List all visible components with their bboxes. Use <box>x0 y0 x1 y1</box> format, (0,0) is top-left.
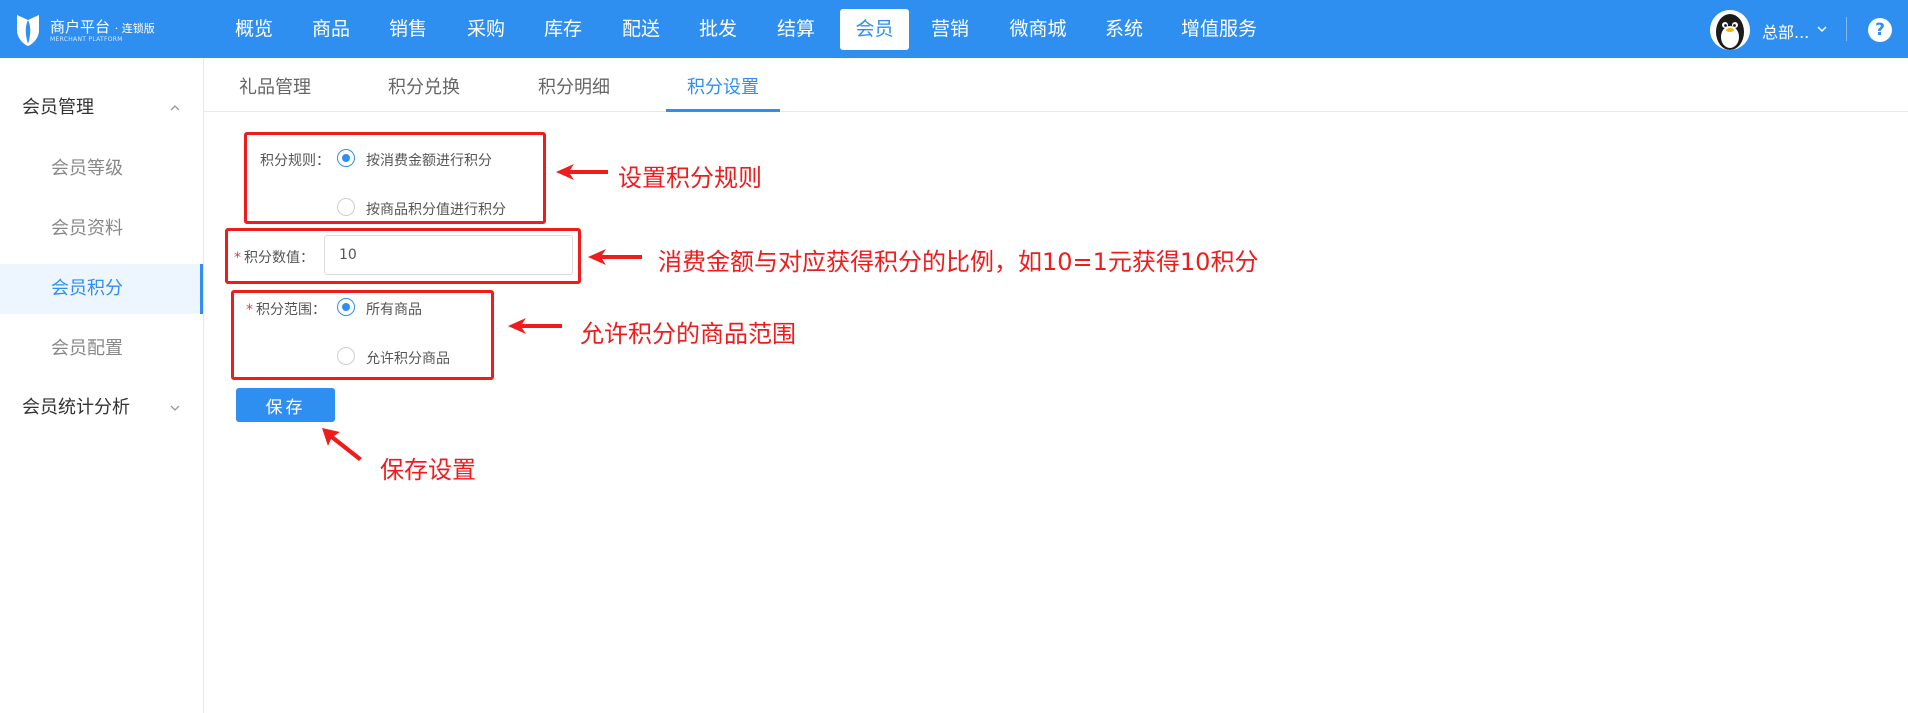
nav-micro-mall[interactable]: 微商城 <box>1000 9 1076 50</box>
nav-inventory[interactable]: 库存 <box>531 9 595 50</box>
annotation-text-rule: 设置积分规则 <box>618 164 762 192</box>
save-button[interactable]: 保存 <box>236 388 335 422</box>
nav-system[interactable]: 系统 <box>1092 9 1156 50</box>
sidebar-item-member-profile[interactable]: 会员资料 <box>0 204 203 254</box>
tab-points-exchange[interactable]: 积分兑换 <box>384 58 464 112</box>
nav-wholesale[interactable]: 批发 <box>686 9 750 50</box>
top-divider <box>1846 17 1847 41</box>
chevron-down-icon <box>170 405 180 411</box>
top-navigation-bar: 商户平台 · 连锁版 MERCHANT PLATFORM 概览 商品 销售 采购… <box>0 0 1908 58</box>
nav-delivery[interactable]: 配送 <box>609 9 673 50</box>
annotation-arrow-rule-icon <box>556 164 608 180</box>
logo-title: 商户平台 · 连锁版 <box>50 16 155 37</box>
logo-subtitle: MERCHANT PLATFORM <box>50 36 123 43</box>
nav-sales[interactable]: 销售 <box>376 9 440 50</box>
sidebar: 会员管理 会员等级 会员资料 会员积分 会员配置 会员统计分析 <box>0 58 204 713</box>
annotation-arrow-value-icon <box>588 249 642 265</box>
tab-points-detail[interactable]: 积分明细 <box>534 58 614 112</box>
chevron-down-icon[interactable] <box>1814 21 1830 37</box>
nav-marketing[interactable]: 营销 <box>918 9 982 50</box>
chevron-up-icon <box>170 105 180 111</box>
logo-title-text: 商户平台 <box>50 18 111 36</box>
nav-overview[interactable]: 概览 <box>222 9 286 50</box>
sidebar-item-member-config[interactable]: 会员配置 <box>0 324 203 374</box>
tab-points-settings[interactable]: 积分设置 <box>666 58 780 112</box>
brand-logo[interactable]: 商户平台 · 连锁版 MERCHANT PLATFORM <box>14 12 184 48</box>
nav-purchase[interactable]: 采购 <box>454 9 518 50</box>
help-icon[interactable]: ? <box>1868 18 1892 42</box>
penguin-avatar-icon <box>1710 10 1750 50</box>
sidebar-group-member-statistics[interactable]: 会员统计分析 <box>0 386 203 430</box>
sidebar-item-member-points[interactable]: 会员积分 <box>0 264 203 314</box>
nav-settlement[interactable]: 结算 <box>764 9 828 50</box>
nav-member[interactable]: 会员 <box>840 9 909 50</box>
shield-leaf-icon <box>17 15 39 46</box>
annotation-arrow-scope-icon <box>508 318 562 334</box>
annotation-text-value: 消费金额与对应获得积分的比例，如10=1元获得10积分 <box>658 248 1259 276</box>
sub-tabs: 礼品管理 积分兑换 积分明细 积分设置 <box>204 58 1908 112</box>
user-avatar[interactable] <box>1710 10 1750 50</box>
annotation-arrow-save-icon <box>322 428 362 461</box>
user-name[interactable]: 总部... <box>1762 19 1809 43</box>
annotation-box-scope <box>231 290 494 380</box>
logo-edition-text: · 连锁版 <box>114 22 155 35</box>
nav-value-added-services[interactable]: 增值服务 <box>1172 9 1266 50</box>
sidebar-group-label: 会员管理 <box>22 97 94 118</box>
tab-gift-management[interactable]: 礼品管理 <box>235 58 315 112</box>
sidebar-group-label: 会员统计分析 <box>22 397 130 418</box>
annotation-box-value <box>225 228 581 284</box>
annotation-box-rule <box>244 132 546 224</box>
annotation-text-scope: 允许积分的商品范围 <box>580 320 796 348</box>
sidebar-item-member-level[interactable]: 会员等级 <box>0 144 203 194</box>
nav-goods[interactable]: 商品 <box>299 9 363 50</box>
annotation-text-save: 保存设置 <box>380 456 476 484</box>
sidebar-group-member-management[interactable]: 会员管理 <box>0 86 203 130</box>
